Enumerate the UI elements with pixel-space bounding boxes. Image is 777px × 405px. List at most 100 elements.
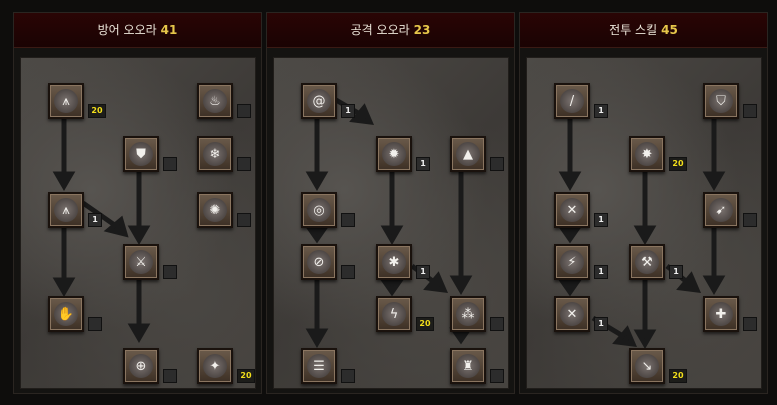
skill-node[interactable]: ▲ xyxy=(450,136,486,172)
zeal-icon: ⚡ xyxy=(560,250,584,274)
panel-title-text: 전투 스킬 xyxy=(609,23,658,37)
sun-blade-icon: ✹ xyxy=(382,142,406,166)
blade-icon: ⚔ xyxy=(129,250,153,274)
skill-node[interactable]: ✦ xyxy=(197,348,233,384)
panel-title: 방어 오오라 41 xyxy=(14,13,261,48)
holy-shield-icon: ✚ xyxy=(709,302,733,326)
skill-level-badge xyxy=(163,157,177,171)
skill-node[interactable]: ⚒ xyxy=(629,244,665,280)
skill-node[interactable]: ⁂ xyxy=(450,296,486,332)
skill-node[interactable]: ⊘ xyxy=(301,244,337,280)
skill-level-badge: 1 xyxy=(594,213,608,227)
hammer-icon: ⚒ xyxy=(635,250,659,274)
skill-level-badge: 20 xyxy=(416,317,434,331)
wheel-icon: ✱ xyxy=(382,250,406,274)
skill-level-badge: 1 xyxy=(416,265,430,279)
skill-level-badge: 1 xyxy=(594,265,608,279)
vengeance-icon: ✕ xyxy=(560,302,584,326)
skill-node[interactable]: ➹ xyxy=(703,192,739,228)
skill-node[interactable]: ⊕ xyxy=(123,348,159,384)
bubbles-icon: ⁂ xyxy=(456,302,480,326)
sword-icon: / xyxy=(560,89,584,113)
panel-offensive-auras: 공격 오오라 23 @1 ✹ 1 ▲ ◎ ⊘ ✱ 1 ϟ 20 ⁂ ☰ ♜ xyxy=(266,12,515,394)
wild-icon: ♨ xyxy=(203,89,227,113)
skill-node[interactable]: ✺ xyxy=(197,192,233,228)
panel-title: 전투 스킬 45 xyxy=(520,13,767,48)
skill-node[interactable]: ⛉ xyxy=(703,83,739,119)
points-count: 45 xyxy=(661,23,678,37)
skill-level-badge xyxy=(237,157,251,171)
rings-icon: ◎ xyxy=(307,198,331,222)
points-count: 41 xyxy=(160,23,178,37)
lightning-icon: ϟ xyxy=(382,302,406,326)
panel-title: 공격 오오라 23 xyxy=(267,13,514,48)
skill-level-badge: 20 xyxy=(237,369,255,383)
skill-node[interactable]: / xyxy=(554,83,590,119)
snowflake-icon: ❄ xyxy=(203,142,227,166)
fang-icon: ♜ xyxy=(456,354,480,378)
skill-node[interactable]: ◎ xyxy=(301,192,337,228)
skill-node[interactable]: ❄ xyxy=(197,136,233,172)
spiral-icon: @ xyxy=(307,89,331,113)
skill-node[interactable]: ⩚ xyxy=(48,83,84,119)
skill-level-badge: 1 xyxy=(594,317,608,331)
panel-defensive-auras: 방어 오오라 41 ⩚ 20 ♨ ⛊ ❄ ⩚ 1 ⚔ ✺ ✋ ⊕ ✦ 20 xyxy=(13,12,262,394)
skill-node[interactable]: ✚ xyxy=(703,296,739,332)
skill-node[interactable]: ♜ xyxy=(450,348,486,384)
slash-circle-icon: ⊘ xyxy=(307,250,331,274)
skill-node[interactable]: ✸ xyxy=(629,136,665,172)
skill-level-badge: 20 xyxy=(669,157,687,171)
skill-node[interactable]: ✕ xyxy=(554,296,590,332)
skill-node[interactable]: ⚡ xyxy=(554,244,590,280)
burst-strike-icon: ✸ xyxy=(635,142,659,166)
skill-tree-board: / 1 ⛉ ✸ 20 ✕ 1 ➹ ⚡ 1 ⚒ 1 ✕ 1 ✚ ↘ 20 xyxy=(526,57,762,389)
skill-node[interactable]: ↘ xyxy=(629,348,665,384)
skill-node[interactable]: ϟ xyxy=(376,296,412,332)
skill-node[interactable]: ☰ xyxy=(301,348,337,384)
skill-level-badge xyxy=(490,369,504,383)
skill-node[interactable]: ⩚ xyxy=(48,192,84,228)
skill-level-badge: 20 xyxy=(88,104,106,118)
skill-level-badge: 1 xyxy=(669,265,683,279)
skill-node[interactable]: ✋ xyxy=(48,296,84,332)
charge-icon: ➹ xyxy=(709,198,733,222)
swirl-icon: ✺ xyxy=(203,198,227,222)
skill-node[interactable]: ♨ xyxy=(197,83,233,119)
crossed-swords-icon: ✕ xyxy=(560,198,584,222)
stripes-icon: ☰ xyxy=(307,354,331,378)
skill-level-badge xyxy=(341,213,355,227)
skill-level-badge xyxy=(237,213,251,227)
compass-icon: ✦ xyxy=(203,354,227,378)
skill-node[interactable]: ✕ xyxy=(554,192,590,228)
heraldic-shield-icon: ⛉ xyxy=(709,89,733,113)
pyramid-icon: ▲ xyxy=(456,142,480,166)
skill-level-badge: 1 xyxy=(88,213,102,227)
skill-level-badge: 1 xyxy=(341,104,355,118)
skill-level-badge: 1 xyxy=(594,104,608,118)
skill-level-badge: 1 xyxy=(416,157,430,171)
skill-level-badge xyxy=(341,369,355,383)
target-icon: ⊕ xyxy=(129,354,153,378)
skill-level-badge xyxy=(743,213,757,227)
skill-node[interactable]: ⚔ xyxy=(123,244,159,280)
skill-node[interactable]: ✹ xyxy=(376,136,412,172)
skill-node[interactable]: ⛊ xyxy=(123,136,159,172)
skill-level-badge xyxy=(341,265,355,279)
fist-of-heavens-icon: ↘ xyxy=(635,354,659,378)
claw-icon: ⩚ xyxy=(54,89,78,113)
skill-level-badge xyxy=(490,317,504,331)
skill-level-badge xyxy=(163,369,177,383)
flame-hand-icon: ✋ xyxy=(54,302,78,326)
panel-title-text: 방어 오오라 xyxy=(97,23,157,37)
skill-tree-board: ⩚ 20 ♨ ⛊ ❄ ⩚ 1 ⚔ ✺ ✋ ⊕ ✦ 20 xyxy=(20,57,256,389)
skill-level-badge: 20 xyxy=(669,369,687,383)
panel-combat-skills: 전투 스킬 45 / 1 ⛉ ✸ 20 ✕ 1 ➹ ⚡ 1 ⚒ 1 ✕ 1 ✚ ↘ 20 xyxy=(519,12,768,394)
skill-tree-board: @1 ✹ 1 ▲ ◎ ⊘ ✱ 1 ϟ 20 ⁂ ☰ ♜ xyxy=(273,57,509,389)
skill-level-badge xyxy=(743,104,757,118)
skill-node[interactable]: ✱ xyxy=(376,244,412,280)
shield-icon: ⛊ xyxy=(129,142,153,166)
double-claw-icon: ⩚ xyxy=(54,198,78,222)
skill-level-badge xyxy=(88,317,102,331)
skill-node[interactable]: @ xyxy=(301,83,337,119)
skill-level-badge xyxy=(743,317,757,331)
